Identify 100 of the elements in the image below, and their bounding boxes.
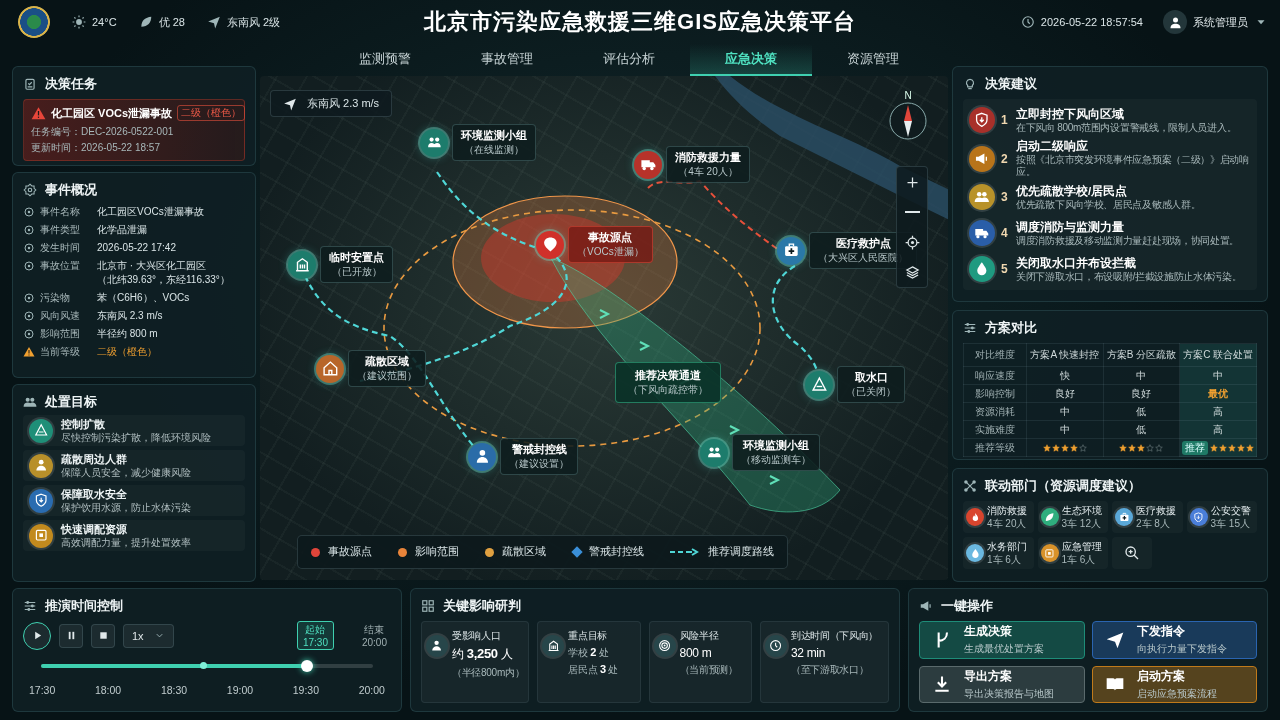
legend-label: 疏散区域 [502,545,547,559]
marker-title: 警戒封控线 [511,442,567,457]
department-card[interactable]: 应急管理 1车 6人 [1037,537,1108,569]
suggestion-title: 调度消防与监测力量 [1016,219,1125,234]
suggestion-title: 优先疏散学校/居民点 [1016,183,1129,198]
zoom-in-button[interactable] [1112,537,1152,569]
department-card[interactable]: 生态环境 3车 12人 [1037,501,1108,533]
people-icon [23,395,37,409]
map-label[interactable]: 事故源点 （VOCs泄漏） [568,226,653,263]
department-name: 消防救援 [987,504,1027,517]
end-label: 结束 [364,623,385,637]
compass-icon[interactable] [888,101,928,141]
map-label[interactable]: 环境监测小组 （移动监测车） [732,434,820,471]
marker-subtitle: （4车 20人） [678,165,738,179]
table-cell: 高 [1179,402,1257,421]
action-button[interactable]: 下发指令 向执行力量下发指令 [1091,621,1257,659]
impact-note: （当前预测） [679,663,738,677]
suggestion-description: 优先疏散下风向学校、居民点及敏感人群。 [1016,198,1201,211]
clock-icon [764,635,787,657]
leaf-icon [138,15,153,29]
department-card[interactable]: 医疗救援 2车 8人 [1112,501,1183,533]
goal-description: 尽快控制污染扩散，降低环境风险 [61,431,211,444]
map-label[interactable]: 警戒封控线 （建议设置） [500,438,578,475]
action-button[interactable]: 启动方案 启动应急预案流程 [1091,665,1257,703]
warning-icon [31,105,46,121]
table-cell: 良好 [1026,384,1104,403]
person-icon [426,635,448,657]
map-label[interactable]: 消防救援力量 （4车 20人） [666,146,750,183]
impact-title: 到达时间（下风向） [790,629,879,643]
suggestion-description: 调度消防救援及移动监测力量赶赴现场，协同处置。 [1016,234,1240,247]
nav-tab[interactable]: 评估分析 [568,44,690,76]
pause-button[interactable] [59,623,83,648]
goal-title: 疏散周边人群 [61,452,128,466]
stop-button[interactable] [91,623,115,648]
marker-title: 临时安置点 [329,250,384,265]
people-icon [700,438,728,467]
legend-label: 事故源点 [328,545,373,559]
impact-note: 居民点 3 处 [568,663,618,677]
marker-subtitle: （下风向疏控带） [628,383,708,397]
suggestion-description: 按照《北京市突发环境事件应急预案（二级）》启动响应。 [1016,154,1250,178]
field-label: 风向风速 [40,309,81,323]
panel-title: 关键影响研判 [443,597,521,615]
clock-icon [1020,15,1035,29]
header-info-text: 24°C [92,16,117,28]
department-name: 应急管理 [1061,540,1102,553]
marker-title: 环境监测小组 [743,438,809,453]
department-card[interactable]: 公安交警 3车 15人 [1186,501,1257,533]
action-button[interactable]: 生成决策 生成最优处置方案 [919,621,1085,659]
timeline-thumb[interactable] [300,660,313,672]
column-header: 方案B 分区疏散 [1103,343,1180,367]
legend-label: 推荐调度路线 [707,545,774,559]
department-card[interactable]: 水务部门 1车 6人 [963,537,1034,569]
row-label: 影响控制 [963,384,1027,403]
minus-icon [904,211,920,213]
resource-count: 1车 6人 [987,553,1022,566]
impact-note: （至下游取水口） [790,663,870,677]
marker-subtitle: （已关闭） [846,385,896,399]
nav-tab[interactable]: 资源管理 [812,44,934,76]
panel-title: 决策建议 [985,75,1037,93]
panel-title: 事件概况 [45,181,97,199]
table-cell: 中 [1179,366,1257,385]
layers-icon [904,264,920,280]
user-menu[interactable]: 系统管理员 [1163,10,1268,34]
star-icon [1060,444,1069,453]
star-icon [1137,444,1146,453]
lightbulb-icon [963,77,977,91]
alert-icon [536,230,564,259]
network-icon [963,479,977,493]
suggestion-title: 关闭取水口并布设拦截 [1016,255,1137,270]
map-label[interactable]: 取水口 （已关闭） [837,366,905,403]
field-value: （北纬39.63°，东经116.33°） [97,273,231,287]
field-label: 事件名称 [40,205,81,219]
star-icon [1128,444,1137,453]
keyframe-dot [200,662,208,669]
star-icon [1228,443,1237,452]
row-label: 推荐等级 [963,438,1027,457]
row-label: 资源消耗 [963,402,1027,421]
action-button[interactable]: 导出方案 导出决策报告与地图 [919,665,1085,703]
field-label: 污染物 [40,291,71,305]
nav-tab[interactable]: 应急决策 [690,44,812,76]
people-icon [420,128,448,157]
header-info-text: 优 28 [158,14,185,30]
goal-description: 保护饮用水源，防止水体污染 [61,501,191,514]
marker-title: 事故源点 [588,230,633,245]
sliders-icon [963,321,977,335]
sliders-icon [23,599,37,613]
department-card[interactable]: 消防救援 4车 20人 [963,501,1034,533]
nav-tab[interactable]: 监测预警 [324,44,446,76]
step-number: 1 [1001,113,1009,127]
speed-select[interactable]: 1x [123,623,174,648]
map-label[interactable]: 推荐决策通道 （下风向疏控带） [615,362,721,403]
panel-title: 推演时间控制 [45,597,123,615]
department-name: 医疗救援 [1136,504,1176,517]
play-button[interactable] [23,621,51,650]
map-label[interactable]: 临时安置点 （已开放） [320,246,393,283]
incident-alert-card[interactable]: 化工园区 VOCs泄漏事故 二级（橙色） 任务编号：DEC-2026-0522-001 更新时间：2026-05-22 18:57 [23,99,245,161]
map-label[interactable]: 环境监测小组 （在线监测） [452,124,536,161]
nav-tab[interactable]: 事故管理 [446,44,568,76]
field-label: 事故位置 [40,259,81,273]
map-label[interactable]: 疏散区域 （建议范围） [348,350,426,387]
